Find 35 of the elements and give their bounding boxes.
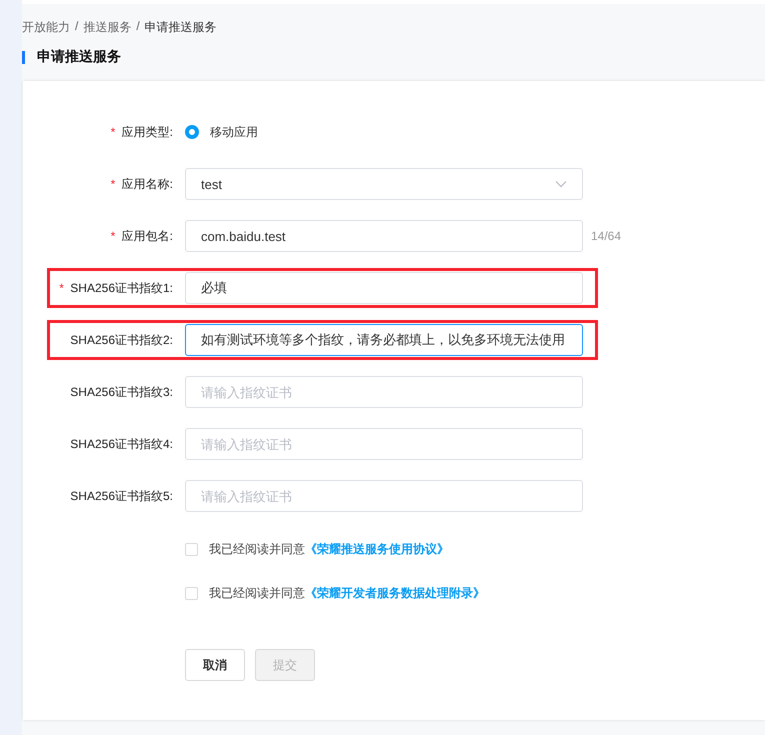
character-counter: 14/64 bbox=[591, 229, 622, 243]
field-label: SHA256证书指纹3: bbox=[70, 384, 173, 398]
field-label: 应用包名: bbox=[122, 228, 173, 242]
input-field[interactable]: 必填 bbox=[185, 272, 583, 304]
checkbox[interactable] bbox=[185, 586, 198, 600]
agreement-text: 我已经阅读并同意 bbox=[209, 540, 305, 558]
input-field[interactable]: 请输入指纹证书 bbox=[185, 428, 583, 460]
input-field[interactable]: 如有测试环境等多个指纹，请务必都填上，以免多环境无法使用 bbox=[185, 324, 583, 356]
cancel-button[interactable]: 取消 bbox=[185, 649, 245, 681]
page-title: 申请推送服务 bbox=[37, 48, 121, 66]
breadcrumb-link[interactable]: 开放能力 bbox=[22, 19, 70, 39]
required-mark: * bbox=[110, 228, 116, 242]
field-label: SHA256证书指纹1: bbox=[70, 280, 173, 294]
title-accent-bar bbox=[22, 50, 25, 64]
radio-label: 移动应用 bbox=[210, 124, 258, 140]
breadcrumb-current: 申请推送服务 bbox=[144, 19, 217, 36]
checkbox[interactable] bbox=[185, 542, 198, 556]
required-mark: * bbox=[59, 280, 64, 294]
agreement-text: 我已经阅读并同意 bbox=[209, 584, 305, 602]
required-mark: * bbox=[110, 176, 116, 190]
input-field[interactable]: com.baidu.test bbox=[185, 220, 583, 252]
breadcrumb-link[interactable]: 推送服务 bbox=[83, 19, 132, 39]
select-field[interactable]: test bbox=[185, 168, 583, 200]
field-label: 应用名称: bbox=[122, 176, 173, 190]
input-field[interactable]: 请输入指纹证书 bbox=[185, 480, 583, 512]
field-label: SHA256证书指纹5: bbox=[70, 488, 173, 502]
field-label: SHA256证书指纹2: bbox=[70, 332, 173, 346]
field-label: SHA256证书指纹4: bbox=[70, 436, 173, 450]
breadcrumb-separator: / bbox=[136, 19, 140, 35]
field-label: 应用类型: bbox=[122, 124, 173, 138]
required-mark: * bbox=[110, 124, 116, 138]
breadcrumb-separator: / bbox=[75, 19, 78, 35]
radio-button[interactable] bbox=[185, 125, 199, 139]
input-field[interactable]: 请输入指纹证书 bbox=[185, 376, 583, 408]
chevron-down-icon bbox=[555, 180, 567, 188]
